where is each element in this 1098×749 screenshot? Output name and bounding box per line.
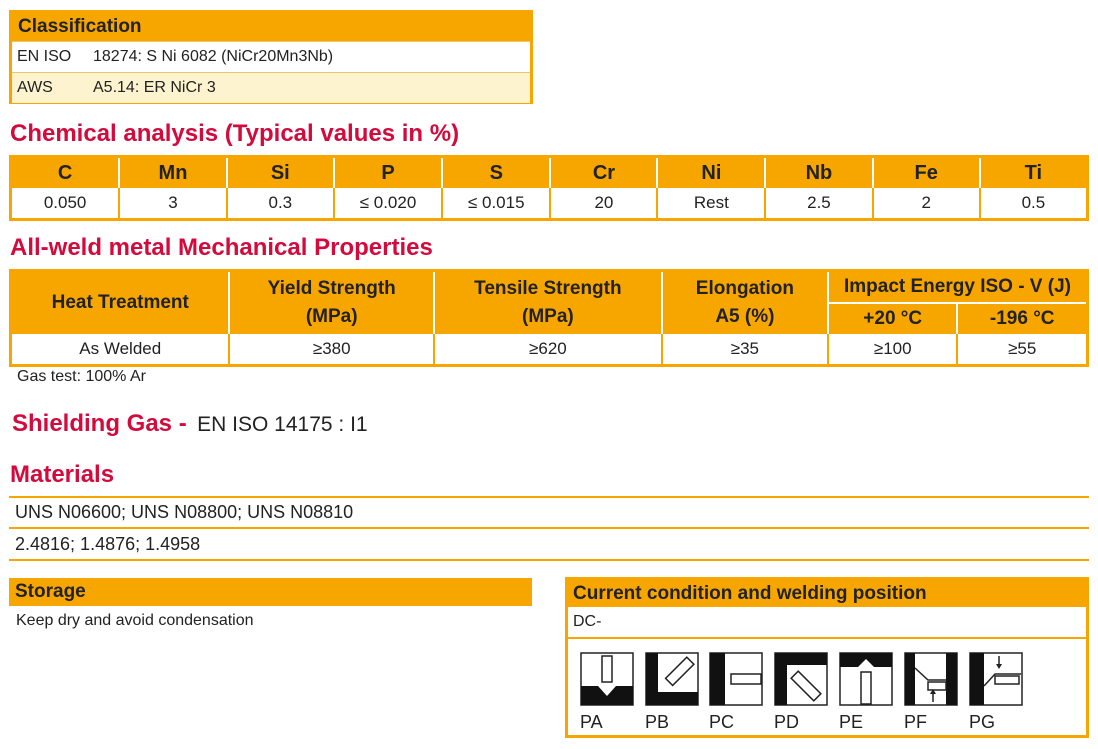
shielding-value: EN ISO 14175 : I1 bbox=[197, 413, 368, 436]
position-pe: PE bbox=[839, 652, 893, 733]
storage-title: Storage bbox=[15, 581, 86, 602]
mechanical-table: Heat Treatment Yield Strength (MPa) Tensi… bbox=[9, 269, 1089, 367]
chemical-table: C Mn Si P S Cr Ni Nb Fe Ti 0.050 3 0.3 ≤… bbox=[9, 155, 1089, 221]
chem-value: ≤ 0.015 bbox=[441, 188, 551, 220]
tensile-label: Tensile Strength bbox=[474, 278, 622, 299]
mech-header-row: Heat Treatment Yield Strength (MPa) Tensi… bbox=[10, 270, 1088, 334]
position-label: PG bbox=[969, 712, 996, 732]
classification-box: Classification EN ISO 18274: S Ni 6082 (… bbox=[9, 10, 533, 104]
current-title: Current condition and welding position bbox=[568, 580, 1086, 607]
elongation-label: Elongation bbox=[695, 278, 794, 299]
vertical-up-position-icon bbox=[904, 652, 958, 706]
mech-value-row: As Welded ≥380 ≥620 ≥35 ≥100 ≥55 bbox=[11, 334, 1088, 366]
chem-header: Nb bbox=[764, 156, 873, 188]
materials-title: Materials bbox=[10, 461, 115, 488]
mech-yield-value: ≥380 bbox=[228, 334, 434, 366]
classification-key: AWS bbox=[17, 79, 53, 96]
horizontal-vertical-position-icon bbox=[645, 652, 699, 706]
divider bbox=[9, 527, 1089, 529]
chem-header: P bbox=[332, 156, 443, 188]
storage-text: Keep dry and avoid condensation bbox=[16, 612, 254, 629]
mech-header-elongation: Elongation A5 (%) bbox=[660, 270, 828, 334]
elongation-unit: A5 (%) bbox=[715, 306, 775, 327]
divider bbox=[9, 496, 1089, 498]
position-label: PB bbox=[645, 712, 670, 732]
chem-header: C bbox=[10, 156, 120, 188]
shielding-gas: Shielding Gas - EN ISO 14175 : I1 bbox=[12, 410, 368, 438]
position-label: PF bbox=[904, 712, 928, 732]
chem-header: Ni bbox=[656, 156, 766, 188]
flat-position-icon bbox=[580, 652, 634, 706]
gas-test-note: Gas test: 100% Ar bbox=[17, 368, 146, 385]
mech-heat-value: As Welded bbox=[79, 339, 162, 358]
position-label: PA bbox=[580, 712, 603, 732]
chemical-title: Chemical analysis (Typical values in %) bbox=[10, 120, 460, 147]
mech-header-heat: Heat Treatment bbox=[10, 270, 230, 334]
materials-line: UNS N06600; UNS N08800; UNS N08810 bbox=[15, 502, 354, 522]
chem-value: 3 bbox=[118, 188, 227, 220]
chem-header: Fe bbox=[871, 156, 980, 188]
position-pc: PC bbox=[709, 652, 763, 733]
storage-header: Storage bbox=[9, 578, 532, 606]
current-condition-box: Current condition and welding position D… bbox=[565, 577, 1089, 738]
current-value: DC- bbox=[568, 607, 1086, 639]
mech-tensile-value: ≥620 bbox=[432, 334, 662, 366]
position-label: PD bbox=[774, 712, 800, 732]
mech-elongation-value: ≥35 bbox=[660, 334, 828, 366]
position-pa: PA bbox=[580, 652, 634, 733]
chem-header: Si bbox=[225, 156, 334, 188]
mech-impact-2-value: ≥55 bbox=[956, 334, 1088, 366]
vertical-down-position-icon bbox=[969, 652, 1023, 706]
mech-header-yield: Yield Strength (MPa) bbox=[228, 270, 434, 334]
chem-header: Ti bbox=[978, 156, 1088, 188]
position-pf: PF bbox=[904, 652, 958, 733]
classification-value: A5.14: ER NiCr 3 bbox=[93, 79, 216, 96]
horizontal-position-icon bbox=[709, 652, 763, 706]
chem-value: 0.050 bbox=[43, 193, 87, 212]
chem-value: Rest bbox=[656, 188, 766, 220]
chem-value: 2 bbox=[871, 188, 980, 220]
chem-value: ≤ 0.020 bbox=[332, 188, 443, 220]
position-label: PC bbox=[709, 712, 735, 732]
tensile-unit: (MPa) bbox=[522, 306, 574, 327]
chem-header: S bbox=[441, 156, 551, 188]
chem-header: Cr bbox=[549, 156, 658, 188]
mech-impact-1-value: ≥100 bbox=[826, 334, 958, 366]
mech-header-tensile: Tensile Strength (MPa) bbox=[432, 270, 662, 334]
chem-value: 2.5 bbox=[764, 188, 873, 220]
position-pb: PB bbox=[645, 652, 699, 733]
chemical-value-row: 0.050 3 0.3 ≤ 0.020 ≤ 0.015 20 Rest 2.5 … bbox=[11, 188, 1088, 220]
overhead-position-icon bbox=[839, 652, 893, 706]
chem-value: 0.3 bbox=[225, 188, 334, 220]
divider bbox=[9, 559, 1089, 561]
chem-header: Mn bbox=[118, 156, 227, 188]
shielding-title: Shielding Gas - bbox=[12, 410, 187, 437]
classification-value: 18274: S Ni 6082 (NiCr20Mn3Nb) bbox=[93, 48, 334, 65]
impact-temp-1: +20 °C bbox=[826, 303, 958, 334]
mechanical-title: All-weld metal Mechanical Properties bbox=[10, 234, 433, 261]
yield-label: Yield Strength bbox=[267, 278, 396, 299]
classification-key: EN ISO bbox=[17, 48, 72, 65]
chemical-header-row: C Mn Si P S Cr Ni Nb Fe Ti bbox=[10, 156, 1088, 188]
position-pd: PD bbox=[774, 652, 828, 733]
chem-value: 20 bbox=[549, 188, 658, 220]
classification-row: EN ISO 18274: S Ni 6082 (NiCr20Mn3Nb) bbox=[12, 41, 530, 72]
horizontal-overhead-position-icon bbox=[774, 652, 828, 706]
position-pg: PG bbox=[969, 652, 1023, 733]
mech-header-impact: Impact Energy ISO - V (J) bbox=[826, 270, 1088, 304]
chem-value: 0.5 bbox=[978, 188, 1088, 220]
classification-row: AWS A5.14: ER NiCr 3 bbox=[12, 72, 530, 103]
materials-line: 2.4816; 1.4876; 1.4958 bbox=[15, 534, 201, 554]
classification-title: Classification bbox=[12, 13, 530, 41]
position-label: PE bbox=[839, 712, 864, 732]
yield-unit: (MPa) bbox=[305, 306, 358, 327]
impact-temp-2: -196 °C bbox=[956, 303, 1088, 334]
